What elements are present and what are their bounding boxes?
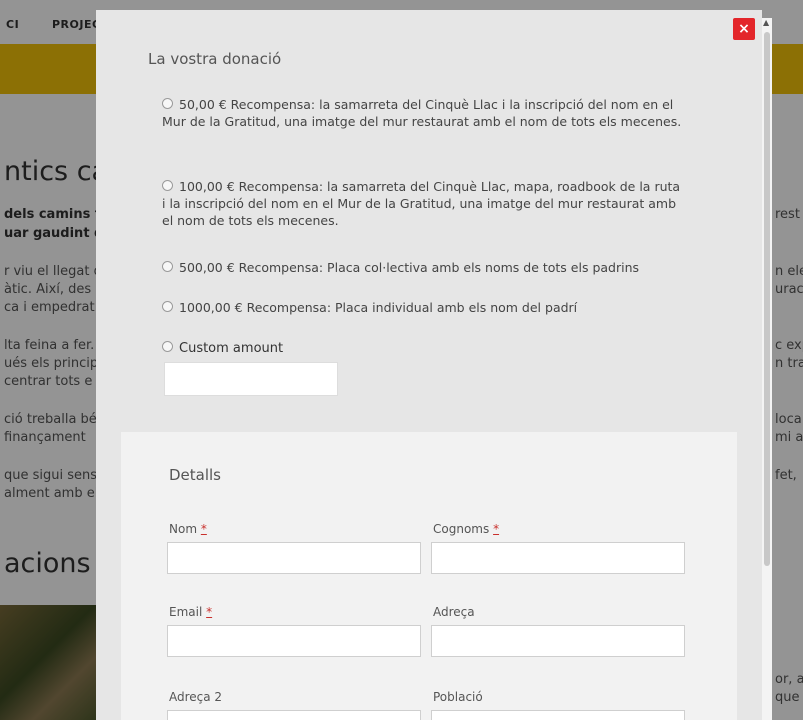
close-button[interactable]: × [733, 18, 755, 40]
donation-option-500[interactable]: 500,00 € Recompensa: Placa col·lectiva a… [162, 259, 682, 276]
donation-option-label: 50,00 € Recompensa: la samarreta del Cin… [162, 97, 682, 129]
poblacio-input[interactable] [431, 710, 685, 720]
required-mark: * [493, 522, 500, 536]
radio-icon[interactable] [162, 261, 173, 272]
donation-option-label: 100,00 € Recompensa: la samarreta del Ci… [162, 179, 681, 228]
details-title: Detalls [169, 466, 222, 484]
field-label-poblacio: Població [433, 690, 483, 704]
details-section: Detalls Nom * Cognoms * Email * Adreça A… [121, 432, 737, 720]
radio-icon[interactable] [162, 341, 173, 352]
scrollbar-thumb[interactable] [764, 32, 770, 566]
label-text: Cognoms [433, 522, 490, 536]
donation-modal: La vostra donació 50,00 € Recompensa: la… [96, 10, 762, 720]
label-text: Adreça 2 [169, 690, 223, 704]
required-mark: * [200, 522, 207, 536]
label-text: Nom [169, 522, 198, 536]
radio-icon[interactable] [162, 180, 173, 191]
cognoms-input[interactable] [431, 542, 685, 574]
donation-option-50[interactable]: 50,00 € Recompensa: la samarreta del Cin… [162, 96, 682, 130]
label-text: Adreça [433, 605, 475, 619]
label-text: Email [169, 605, 203, 619]
adreca2-input[interactable] [167, 710, 421, 720]
donation-title: La vostra donació [148, 50, 282, 68]
field-label-adreca: Adreça [433, 605, 475, 619]
field-label-email: Email * [169, 605, 212, 619]
field-label-adreca2: Adreça 2 [169, 690, 222, 704]
radio-icon[interactable] [162, 98, 173, 109]
label-text: Població [433, 690, 483, 704]
modal-scrollbar[interactable]: ▲ [762, 18, 772, 720]
donation-option-custom[interactable]: Custom amount [162, 340, 682, 357]
donation-option-label: 500,00 € Recompensa: Placa col·lectiva a… [179, 260, 640, 275]
field-label-nom: Nom * [169, 522, 207, 536]
required-mark: * [206, 605, 213, 619]
donation-option-label: 1000,00 € Recompensa: Placa individual a… [179, 300, 578, 315]
donation-option-1000[interactable]: 1000,00 € Recompensa: Placa individual a… [162, 299, 682, 316]
custom-amount-input[interactable] [164, 362, 338, 396]
email-input[interactable] [167, 625, 421, 657]
adreca-input[interactable] [431, 625, 685, 657]
nom-input[interactable] [167, 542, 421, 574]
scroll-up-icon[interactable]: ▲ [763, 18, 769, 27]
field-label-cognoms: Cognoms * [433, 522, 499, 536]
donation-option-label: Custom amount [179, 341, 284, 356]
donation-option-100[interactable]: 100,00 € Recompensa: la samarreta del Ci… [162, 178, 682, 229]
radio-icon[interactable] [162, 301, 173, 312]
